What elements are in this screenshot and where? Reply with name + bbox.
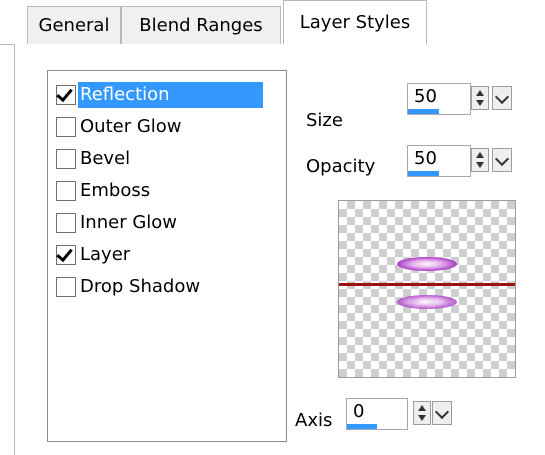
opacity-dropdown[interactable] <box>492 148 512 172</box>
axis-value: 0 <box>353 401 365 422</box>
spin-up-icon <box>418 405 426 411</box>
reflection-checkbox[interactable] <box>56 84 76 105</box>
effect-item-layer[interactable]: Layer <box>56 241 132 269</box>
effect-item-reflection[interactable]: Reflection <box>56 81 263 109</box>
effect-item-drop-shadow[interactable]: Drop Shadow <box>56 273 202 301</box>
reflection-preview <box>338 200 516 378</box>
emboss-checkbox[interactable] <box>56 181 76 201</box>
effect-label: Outer Glow <box>80 116 182 137</box>
chevron-down-icon <box>494 151 510 167</box>
axis-dropdown[interactable] <box>432 401 452 425</box>
checkmark-icon <box>56 244 73 263</box>
effect-label: Emboss <box>80 180 151 201</box>
opacity-level-bar <box>408 171 439 176</box>
axis-spinner[interactable] <box>413 401 431 425</box>
layer-checkbox[interactable] <box>56 244 76 265</box>
spin-down-icon <box>476 162 484 168</box>
tab-general[interactable]: General <box>27 6 121 44</box>
opacity-input[interactable]: 50 <box>407 145 471 177</box>
spin-up-icon <box>476 90 484 96</box>
size-input[interactable]: 50 <box>407 83 471 115</box>
axis-input[interactable]: 0 <box>346 398 408 430</box>
effect-item-emboss[interactable]: Emboss <box>56 177 152 205</box>
bevel-checkbox[interactable] <box>56 149 76 169</box>
effect-label: Reflection <box>78 82 263 108</box>
chevron-down-icon <box>434 404 450 420</box>
size-level-bar <box>408 109 439 114</box>
preview-object <box>397 257 457 271</box>
chevron-down-icon <box>494 89 510 105</box>
effect-item-inner-glow[interactable]: Inner Glow <box>56 209 179 237</box>
effect-item-outer-glow[interactable]: Outer Glow <box>56 113 184 141</box>
spin-down-icon <box>418 415 426 421</box>
spin-down-icon <box>476 100 484 106</box>
opacity-label: Opacity <box>306 156 376 177</box>
drop-shadow-checkbox[interactable] <box>56 277 76 297</box>
tab-layer-styles[interactable]: Layer Styles <box>283 0 427 45</box>
effect-label: Bevel <box>80 148 131 169</box>
spin-up-icon <box>476 152 484 158</box>
effects-list[interactable]: Reflection Outer Glow Bevel Emboss Inner… <box>47 70 287 442</box>
size-dropdown[interactable] <box>492 86 512 110</box>
reflection-axis-line <box>339 283 515 286</box>
opacity-value: 50 <box>414 148 437 169</box>
checkmark-icon <box>56 84 73 103</box>
effect-item-bevel[interactable]: Bevel <box>56 145 132 173</box>
size-spinner[interactable] <box>471 86 489 110</box>
effect-label: Layer <box>80 244 131 265</box>
effect-label: Inner Glow <box>80 212 178 233</box>
axis-level-bar <box>347 424 377 429</box>
inner-glow-checkbox[interactable] <box>56 213 76 233</box>
preview-reflection <box>397 295 457 309</box>
size-label: Size <box>306 110 343 131</box>
size-value: 50 <box>414 86 437 107</box>
opacity-spinner[interactable] <box>471 148 489 172</box>
effect-label: Drop Shadow <box>80 276 201 297</box>
tab-blend-ranges[interactable]: Blend Ranges <box>121 6 281 44</box>
outer-glow-checkbox[interactable] <box>56 117 76 137</box>
axis-label: Axis <box>295 410 333 431</box>
